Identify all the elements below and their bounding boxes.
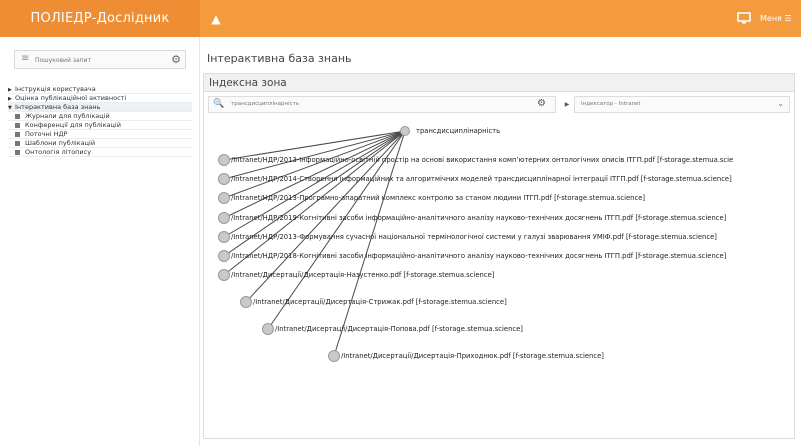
graph-node[interactable]	[328, 350, 340, 362]
sidebar-search: ≡ ⚙	[14, 50, 186, 69]
graph-node-label[interactable]: /Intranet/Дисертації/Дисертація-Стрижак.…	[253, 298, 507, 307]
sidebar-item-label: Журнали для публікацій	[25, 112, 110, 120]
sidebar-item-publication-activity[interactable]: ▶ Оцінка публікаційної активності	[8, 94, 192, 103]
bullet-icon	[15, 113, 20, 119]
query-value: трансдисциплінарність	[231, 101, 300, 107]
bullet-icon	[15, 140, 20, 146]
filter-icon: ≡	[21, 53, 30, 64]
graph-node[interactable]	[218, 212, 230, 224]
graph-root-node[interactable]	[400, 126, 410, 136]
sidebar-item-label: Шаблони публікацій	[25, 139, 96, 147]
sidebar-item-label: Оцінка публікаційної активності	[15, 94, 127, 102]
graph-root-label[interactable]: трансдисциплінарність	[416, 127, 500, 136]
query-row: 🔍 трансдисциплінарність ⚙ ▶ Індексатор -…	[208, 96, 790, 113]
graph-node[interactable]	[218, 192, 230, 204]
sidebar-item-conferences[interactable]: Конференції для публікацій	[8, 121, 192, 130]
graph-node[interactable]	[218, 231, 230, 243]
graph-node-label[interactable]: /Intranet/НДР/2018-Когнітивні засоби інф…	[231, 252, 726, 261]
menu-button[interactable]: Меня ☰	[760, 0, 792, 37]
sidebar-item-label: Інтерактивна база знань	[15, 103, 101, 111]
run-query-icon[interactable]: ▶	[559, 96, 575, 113]
sidebar-item-user-guide[interactable]: ▶ Інструкція користувача	[8, 85, 192, 94]
hamburger-icon: ☰	[784, 14, 792, 23]
sidebar-item-journals[interactable]: Журнали для публікацій	[8, 112, 192, 121]
home-icon[interactable]: ▲	[206, 9, 226, 29]
menu-label: Меня	[760, 14, 782, 23]
query-settings-icon[interactable]: ⚙	[537, 98, 546, 109]
sidebar-item-label: Конференції для публікацій	[25, 121, 121, 129]
sidebar-item-label: Поточні НДР	[25, 130, 68, 138]
sidebar-item-label: Онтологія літопису	[25, 148, 92, 156]
top-bar: ПОЛІЕДР-Дослідник ▲ Меня ☰	[0, 0, 801, 37]
sidebar-item-current-research[interactable]: Поточні НДР	[8, 130, 192, 139]
graph-node-label[interactable]: /Intranet/Дисертації/Дисертація-Попова.p…	[275, 325, 523, 334]
main-content: Інтерактивна база знань Індексна зона 🔍 …	[200, 37, 801, 446]
graph-node-label[interactable]: /Intranet/Дисертації/Дисертація-Назустен…	[231, 271, 494, 280]
graph-edge	[223, 130, 406, 180]
search-icon: 🔍	[213, 99, 225, 109]
sidebar-tree: ▶ Інструкція користувача ▶ Оцінка публікац…	[8, 85, 192, 157]
graph-node[interactable]	[218, 154, 230, 166]
search-settings-icon[interactable]: ⚙	[171, 53, 181, 67]
search-input[interactable]	[35, 53, 165, 67]
monitor-icon[interactable]	[736, 10, 754, 28]
graph-node[interactable]	[240, 296, 252, 308]
graph-node[interactable]	[218, 269, 230, 281]
bullet-icon	[15, 122, 20, 128]
chevron-down-icon: ⌄	[777, 99, 784, 108]
graph-node-label[interactable]: /Intranet/НДР/2019-Когнітивні засоби інф…	[231, 214, 726, 223]
graph-node[interactable]	[262, 323, 274, 335]
sidebar-item-knowledge-base[interactable]: ▼ Інтерактивна база знань	[8, 103, 192, 112]
index-zone-panel: Індексна зона 🔍 трансдисциплінарність ⚙ …	[203, 73, 795, 439]
sidebar-item-label: Інструкція користувача	[15, 85, 96, 93]
graph-node-label[interactable]: /Intranet/НДР/2013-Формування сучасної н…	[231, 233, 717, 242]
indexer-select-value: Індексатор - Intranet	[581, 101, 641, 107]
sidebar: ≡ ⚙ ▶Інструкція користувача ▶Оцінка публ…	[0, 37, 200, 446]
graph-node-label[interactable]: /Intranet/НДР/2014-Створення інформаційн…	[231, 175, 732, 184]
app-title[interactable]: ПОЛІЕДР-Дослідник	[0, 0, 200, 37]
query-input[interactable]: 🔍 трансдисциплінарність	[208, 96, 556, 113]
sidebar-item-ontology[interactable]: Онтологія літопису	[8, 148, 192, 157]
graph-node-label[interactable]: /Intranet/НДР/2013-Програмно-апаратний к…	[231, 194, 645, 203]
bullet-icon	[15, 149, 20, 155]
bullet-icon	[15, 131, 20, 137]
graph-node[interactable]	[218, 173, 230, 185]
page-title: Інтерактивна база знань	[207, 52, 352, 65]
sidebar-item-templates[interactable]: Шаблони публікацій	[8, 139, 192, 148]
knowledge-graph: трансдисциплінарність/Intranet/НДР/2013-…	[204, 116, 794, 436]
graph-node[interactable]	[218, 250, 230, 262]
graph-node-label[interactable]: /Intranet/Дисертації/Дисертація-Приходню…	[341, 352, 604, 361]
indexer-select[interactable]: Індексатор - Intranet ⌄	[574, 96, 790, 113]
graph-node-label[interactable]: /Intranet/НДР/2013-Інформаційно-освітній…	[231, 156, 733, 165]
panel-title: Індексна зона	[204, 74, 794, 92]
